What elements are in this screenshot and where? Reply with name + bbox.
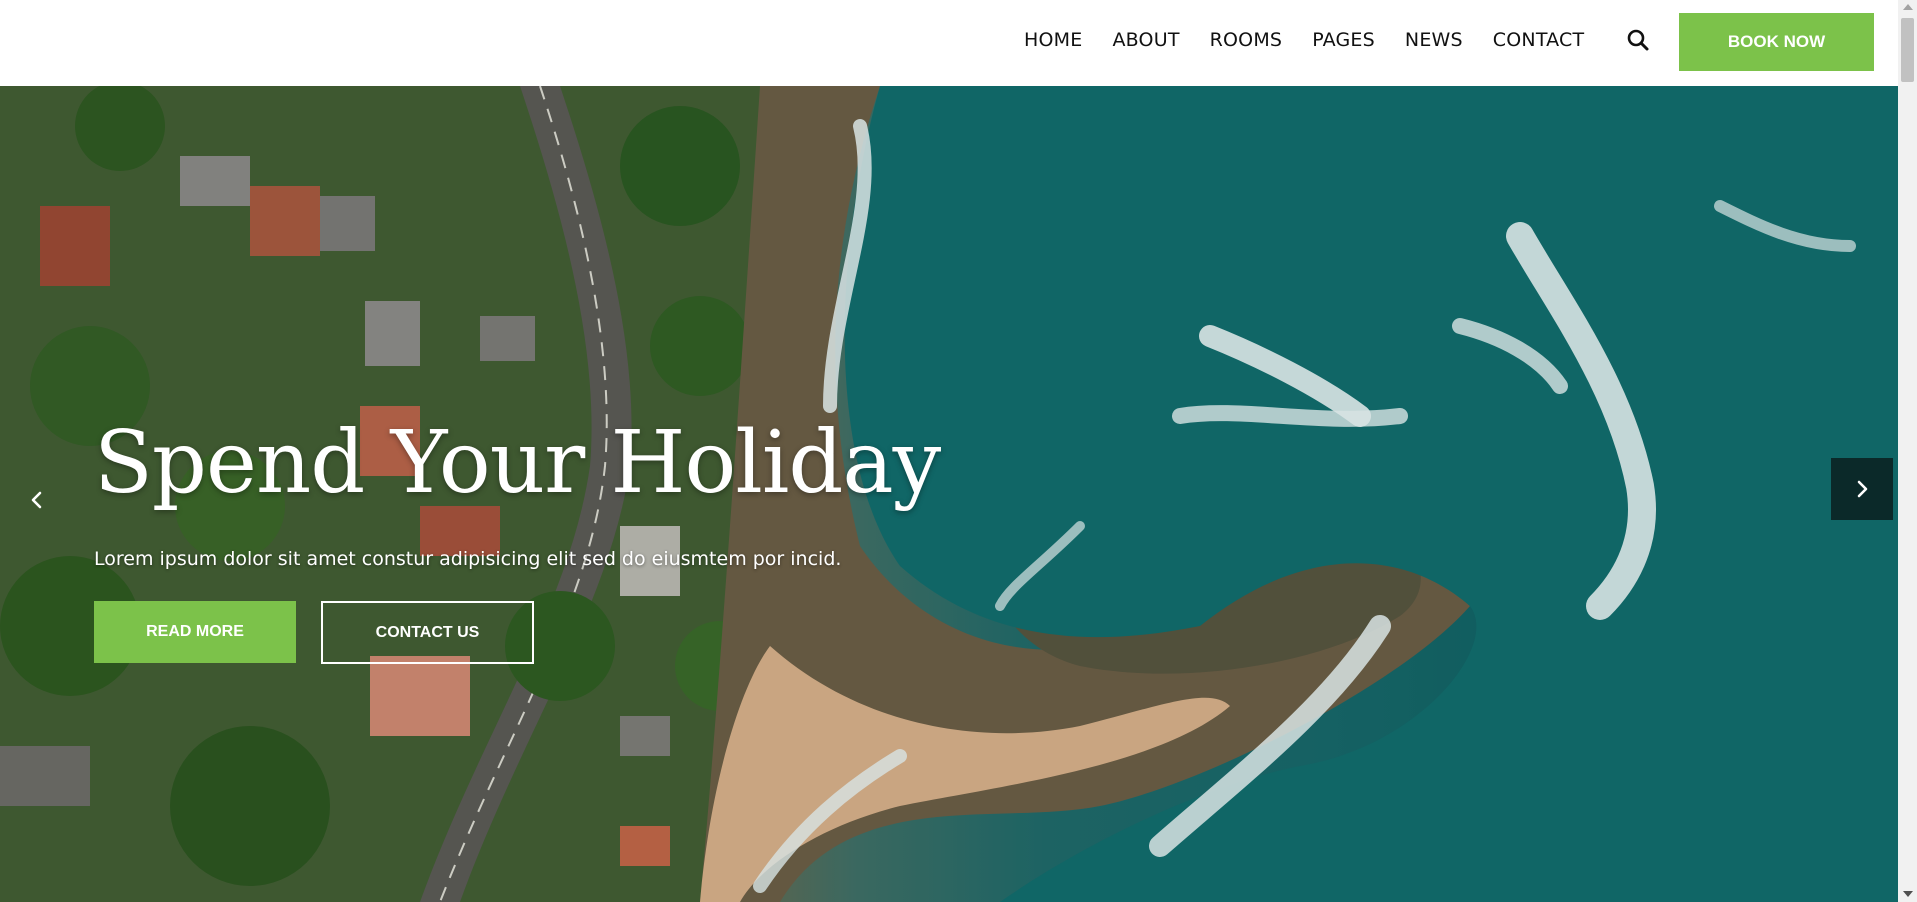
- page-scrollbar[interactable]: [1898, 0, 1917, 902]
- book-now-button[interactable]: BOOK NOW: [1679, 13, 1874, 71]
- nav-contact-link[interactable]: CONTACT: [1493, 24, 1585, 56]
- chevron-left-icon: [31, 491, 42, 509]
- scroll-down-arrow-icon[interactable]: [1903, 891, 1913, 897]
- hero-slider: Spend Your Holiday Lorem ipsum dolor sit…: [0, 86, 1898, 902]
- slider-next-button[interactable]: [1831, 458, 1893, 520]
- nav-about-link[interactable]: ABOUT: [1112, 24, 1179, 56]
- hero-title: Spend Your Holiday: [94, 413, 941, 513]
- hero-subtitle: Lorem ipsum dolor sit amet constur adipi…: [94, 548, 842, 570]
- main-nav: HOME ABOUT ROOMS PAGES NEWS CONTACT: [1024, 24, 1584, 56]
- nav-pages-link[interactable]: PAGES: [1312, 24, 1375, 56]
- site-header: HOME ABOUT ROOMS PAGES NEWS CONTACT BOOK…: [0, 0, 1898, 86]
- search-icon[interactable]: [1626, 28, 1650, 52]
- nav-rooms-link[interactable]: ROOMS: [1210, 24, 1283, 56]
- contact-us-button[interactable]: CONTACT US: [321, 601, 534, 664]
- scroll-up-arrow-icon[interactable]: [1903, 4, 1913, 10]
- chevron-right-icon: [1857, 480, 1868, 498]
- nav-news-link[interactable]: NEWS: [1405, 24, 1463, 56]
- scroll-thumb[interactable]: [1901, 18, 1914, 82]
- nav-home-link[interactable]: HOME: [1024, 24, 1082, 56]
- slider-prev-button[interactable]: [20, 470, 54, 530]
- read-more-button[interactable]: READ MORE: [94, 601, 296, 663]
